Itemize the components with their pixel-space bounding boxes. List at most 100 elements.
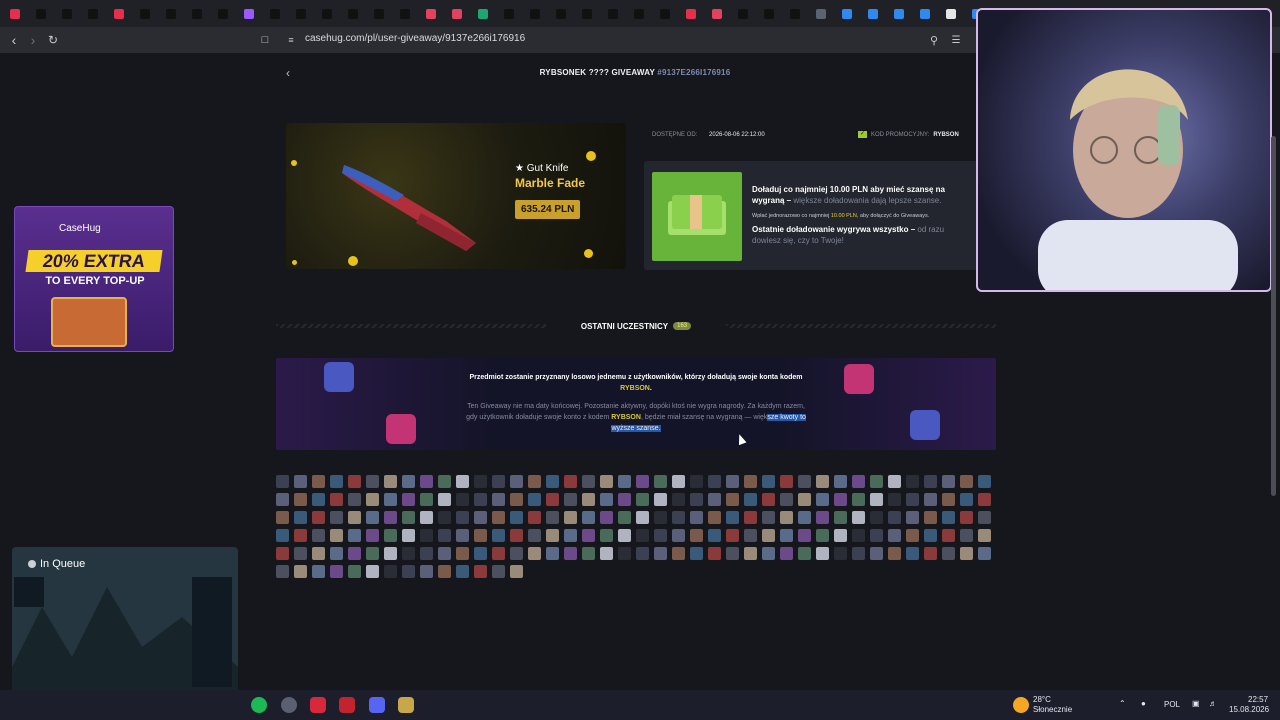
browser-tab[interactable]	[604, 5, 622, 23]
participant-avatar[interactable]	[546, 511, 559, 524]
participant-avatar[interactable]	[420, 475, 433, 488]
volume-icon[interactable]: ♬	[1209, 699, 1217, 708]
participant-avatar[interactable]	[690, 529, 703, 542]
back-arrow-icon[interactable]: ‹	[4, 30, 24, 50]
participant-avatar[interactable]	[636, 547, 649, 560]
participant-avatar[interactable]	[492, 511, 505, 524]
participant-avatar[interactable]	[798, 511, 811, 524]
participant-avatar[interactable]	[438, 475, 451, 488]
participant-avatar[interactable]	[780, 547, 793, 560]
participant-avatar[interactable]	[942, 529, 955, 542]
translate-icon[interactable]: ☰	[946, 30, 966, 50]
participant-avatar[interactable]	[384, 565, 397, 578]
site-info-icon[interactable]: ≡	[281, 30, 301, 50]
participant-avatar[interactable]	[582, 529, 595, 542]
participant-avatar[interactable]	[582, 511, 595, 524]
participant-avatar[interactable]	[294, 493, 307, 506]
participant-avatar[interactable]	[906, 493, 919, 506]
participant-avatar[interactable]	[348, 529, 361, 542]
participant-avatar[interactable]	[456, 475, 469, 488]
participant-avatar[interactable]	[816, 511, 829, 524]
participant-avatar[interactable]	[366, 475, 379, 488]
participant-avatar[interactable]	[960, 511, 973, 524]
participant-avatar[interactable]	[510, 493, 523, 506]
participant-avatar[interactable]	[690, 493, 703, 506]
participant-avatar[interactable]	[276, 493, 289, 506]
participant-avatar[interactable]	[474, 565, 487, 578]
participant-avatar[interactable]	[312, 529, 325, 542]
participant-avatar[interactable]	[978, 475, 991, 488]
participant-avatar[interactable]	[780, 493, 793, 506]
participant-avatar[interactable]	[546, 475, 559, 488]
participant-avatar[interactable]	[438, 493, 451, 506]
participant-avatar[interactable]	[564, 529, 577, 542]
participant-avatar[interactable]	[600, 493, 613, 506]
participant-avatar[interactable]	[762, 529, 775, 542]
microphone-icon[interactable]: ●	[1141, 699, 1146, 708]
participant-avatar[interactable]	[438, 529, 451, 542]
browser-tab[interactable]	[838, 5, 856, 23]
browser-tab[interactable]	[318, 5, 336, 23]
browser-tab[interactable]	[708, 5, 726, 23]
browser-tab[interactable]	[110, 5, 128, 23]
participant-avatar[interactable]	[870, 493, 883, 506]
participant-avatar[interactable]	[384, 493, 397, 506]
participant-avatar[interactable]	[942, 493, 955, 506]
participant-avatar[interactable]	[474, 511, 487, 524]
participant-avatar[interactable]	[294, 529, 307, 542]
weather-sun-icon[interactable]	[1013, 697, 1029, 713]
participant-avatar[interactable]	[348, 565, 361, 578]
participant-avatar[interactable]	[708, 493, 721, 506]
participant-avatar[interactable]	[816, 493, 829, 506]
participant-avatar[interactable]	[312, 475, 325, 488]
participant-avatar[interactable]	[366, 529, 379, 542]
participant-avatar[interactable]	[924, 475, 937, 488]
forward-arrow-icon[interactable]: ›	[23, 30, 43, 50]
participant-avatar[interactable]	[582, 475, 595, 488]
participant-avatar[interactable]	[762, 511, 775, 524]
participant-avatar[interactable]	[690, 475, 703, 488]
participant-avatar[interactable]	[636, 493, 649, 506]
participant-avatar[interactable]	[312, 547, 325, 560]
participant-avatar[interactable]	[834, 493, 847, 506]
browser-tab[interactable]	[656, 5, 674, 23]
participant-avatar[interactable]	[726, 475, 739, 488]
participant-avatar[interactable]	[654, 493, 667, 506]
participant-avatar[interactable]	[762, 493, 775, 506]
page-scrollbar[interactable]	[1271, 136, 1276, 496]
participant-avatar[interactable]	[330, 529, 343, 542]
participant-avatar[interactable]	[348, 547, 361, 560]
participant-avatar[interactable]	[402, 511, 415, 524]
participant-avatar[interactable]	[654, 547, 667, 560]
participant-avatar[interactable]	[456, 529, 469, 542]
clock-time[interactable]: 22:57	[1248, 695, 1268, 704]
participant-avatar[interactable]	[420, 565, 433, 578]
participant-avatar[interactable]	[600, 529, 613, 542]
clock-date[interactable]: 15.08.2026	[1229, 705, 1269, 714]
participant-avatar[interactable]	[870, 511, 883, 524]
participant-avatar[interactable]	[312, 565, 325, 578]
participant-avatar[interactable]	[492, 493, 505, 506]
participant-avatar[interactable]	[636, 475, 649, 488]
participant-avatar[interactable]	[798, 529, 811, 542]
participant-avatar[interactable]	[978, 511, 991, 524]
participant-avatar[interactable]	[816, 547, 829, 560]
participant-avatar[interactable]	[762, 547, 775, 560]
language-indicator[interactable]: POL	[1164, 700, 1180, 709]
browser-tab[interactable]	[292, 5, 310, 23]
participant-avatar[interactable]	[330, 547, 343, 560]
participant-avatar[interactable]	[708, 529, 721, 542]
reload-icon[interactable]: ↻	[43, 30, 63, 50]
browser-tab[interactable]	[500, 5, 518, 23]
participant-avatar[interactable]	[348, 493, 361, 506]
spotify-icon[interactable]	[251, 697, 267, 713]
participant-avatar[interactable]	[654, 511, 667, 524]
bookmark-icon[interactable]: □	[255, 30, 275, 50]
participant-avatar[interactable]	[870, 475, 883, 488]
participant-avatar[interactable]	[276, 511, 289, 524]
participant-avatar[interactable]	[564, 475, 577, 488]
browser-tab[interactable]	[526, 5, 544, 23]
participant-avatar[interactable]	[834, 475, 847, 488]
participant-avatar[interactable]	[402, 565, 415, 578]
participant-avatar[interactable]	[672, 475, 685, 488]
